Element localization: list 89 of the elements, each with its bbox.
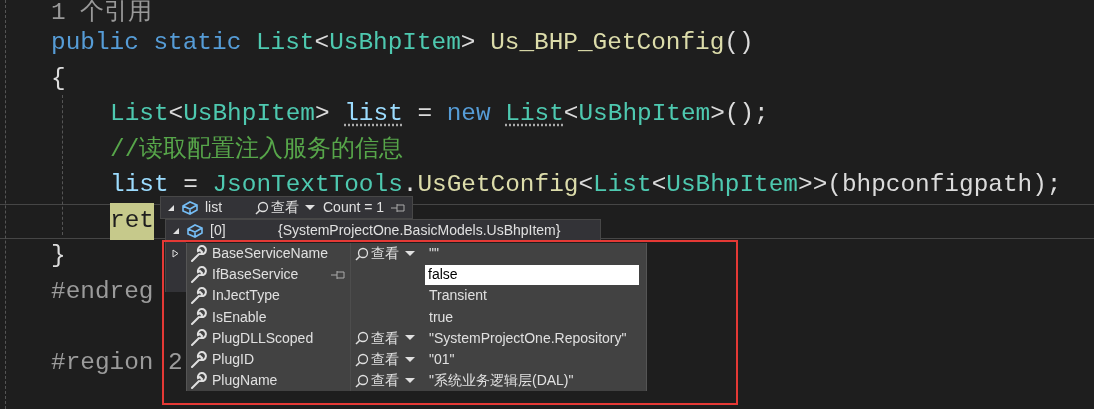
code-token: Us_BHP_GetConfig — [490, 28, 725, 59]
expanded-arrow-icon[interactable] — [172, 226, 180, 235]
code-token: list — [110, 170, 169, 201]
code-token: > — [460, 28, 477, 59]
property-value: true — [428, 307, 454, 327]
code-token: { — [51, 63, 66, 94]
code-comment: //读取配置注入服务的信息 — [110, 134, 404, 165]
pin-icon[interactable] — [390, 202, 407, 213]
caret-icon — [405, 335, 415, 342]
caret-icon — [405, 356, 415, 363]
search-icon — [355, 246, 369, 261]
code-token: < — [314, 28, 330, 59]
property-value: Transient — [428, 286, 487, 306]
wrench-icon — [189, 286, 207, 305]
wrench-icon — [189, 265, 207, 284]
code-token: list — [344, 99, 403, 130]
property-row[interactable]: IfBaseService false — [186, 264, 647, 286]
code-token: List — [505, 99, 564, 130]
cube-icon — [186, 222, 204, 239]
code-token: new — [446, 99, 492, 130]
property-name: BaseServiceName — [212, 244, 328, 264]
code-token: UsBhpItem — [329, 28, 461, 59]
code-token: = — [182, 170, 199, 201]
wrench-icon — [189, 350, 207, 369]
property-value: "SystemProjectOne.Repository" — [428, 328, 627, 348]
property-row[interactable]: PlugDLLScoped 查看 "SystemProjectOne.Repository" — [186, 327, 647, 349]
property-name: IsEnable — [212, 307, 267, 327]
property-row[interactable]: InJectType Transient — [186, 285, 647, 307]
collapsed-arrow-icon[interactable] — [172, 249, 179, 259]
code-token: UsBhpItem — [666, 170, 798, 201]
variable-value: Count = 1 — [323, 198, 385, 217]
wrench-icon — [189, 371, 207, 390]
view-button[interactable]: 查看 — [355, 349, 415, 371]
wrench-icon — [189, 308, 207, 327]
property-name: PlugID — [212, 350, 255, 370]
view-button[interactable]: 查看 — [255, 197, 315, 218]
view-button[interactable]: 查看 — [355, 243, 415, 265]
property-row[interactable]: BaseServiceName 查看 "" — [186, 243, 647, 265]
property-value: "" — [428, 244, 439, 264]
code-token: >(); — [710, 99, 769, 130]
property-name: InJectType — [212, 286, 280, 306]
code-token: () — [724, 28, 754, 59]
code-token: < — [651, 170, 667, 201]
property-value: "01" — [428, 350, 455, 370]
search-icon — [355, 373, 369, 388]
property-row[interactable]: IsEnable true — [186, 306, 647, 328]
code-token: < — [578, 170, 594, 201]
property-value: "系统业务逻辑层(DAL)" — [428, 371, 574, 391]
code-token: UsBhpItem — [183, 99, 315, 130]
expanded-arrow-icon[interactable] — [167, 203, 175, 212]
search-icon — [355, 352, 369, 367]
property-name: IfBaseService — [212, 265, 299, 285]
caret-icon — [305, 204, 315, 211]
wrench-icon — [189, 244, 207, 263]
property-row[interactable]: PlugID 查看 "01" — [186, 348, 647, 371]
pin-icon[interactable] — [330, 269, 346, 280]
variable-name: list — [205, 198, 224, 217]
cube-icon — [181, 199, 199, 216]
search-icon — [255, 200, 269, 215]
code-token: List — [110, 99, 169, 130]
code-token: List — [593, 170, 652, 201]
item-tooltip-strip — [165, 242, 186, 292]
caret-icon — [405, 250, 415, 257]
code-token: ret — [110, 202, 154, 240]
code-token: JsonTextTools — [212, 170, 403, 200]
code-token: = — [416, 99, 434, 130]
code-token: > — [314, 99, 331, 130]
code-token: #region 2 — [51, 347, 183, 378]
view-button[interactable]: 查看 — [355, 370, 415, 392]
code-token: List — [255, 28, 315, 59]
view-button[interactable]: 查看 — [355, 327, 415, 349]
item-index: [0] — [210, 221, 227, 240]
code-token: < — [563, 99, 579, 130]
property-name: PlugName — [212, 371, 278, 391]
item-value: {SystemProjectOne.BasicModels.UsBhpItem} — [278, 221, 561, 240]
code-token: #endreg — [51, 276, 154, 307]
code-token: UsGetConfig — [417, 170, 579, 201]
property-name: PlugDLLScoped — [212, 328, 314, 348]
code-token: < — [168, 99, 184, 130]
value-input-field[interactable]: false — [425, 264, 639, 285]
code-token: UsBhpItem — [578, 99, 711, 130]
code-token: } — [51, 241, 66, 272]
code-token: >>(bhpconfigpath); — [798, 170, 1062, 201]
search-icon — [355, 331, 369, 346]
property-row[interactable]: PlugName 查看 "系统业务逻辑层(DAL)" — [186, 370, 647, 392]
code-token: . — [402, 170, 418, 201]
code-token: public static — [51, 28, 243, 59]
caret-icon — [405, 377, 415, 384]
wrench-icon — [189, 329, 207, 348]
